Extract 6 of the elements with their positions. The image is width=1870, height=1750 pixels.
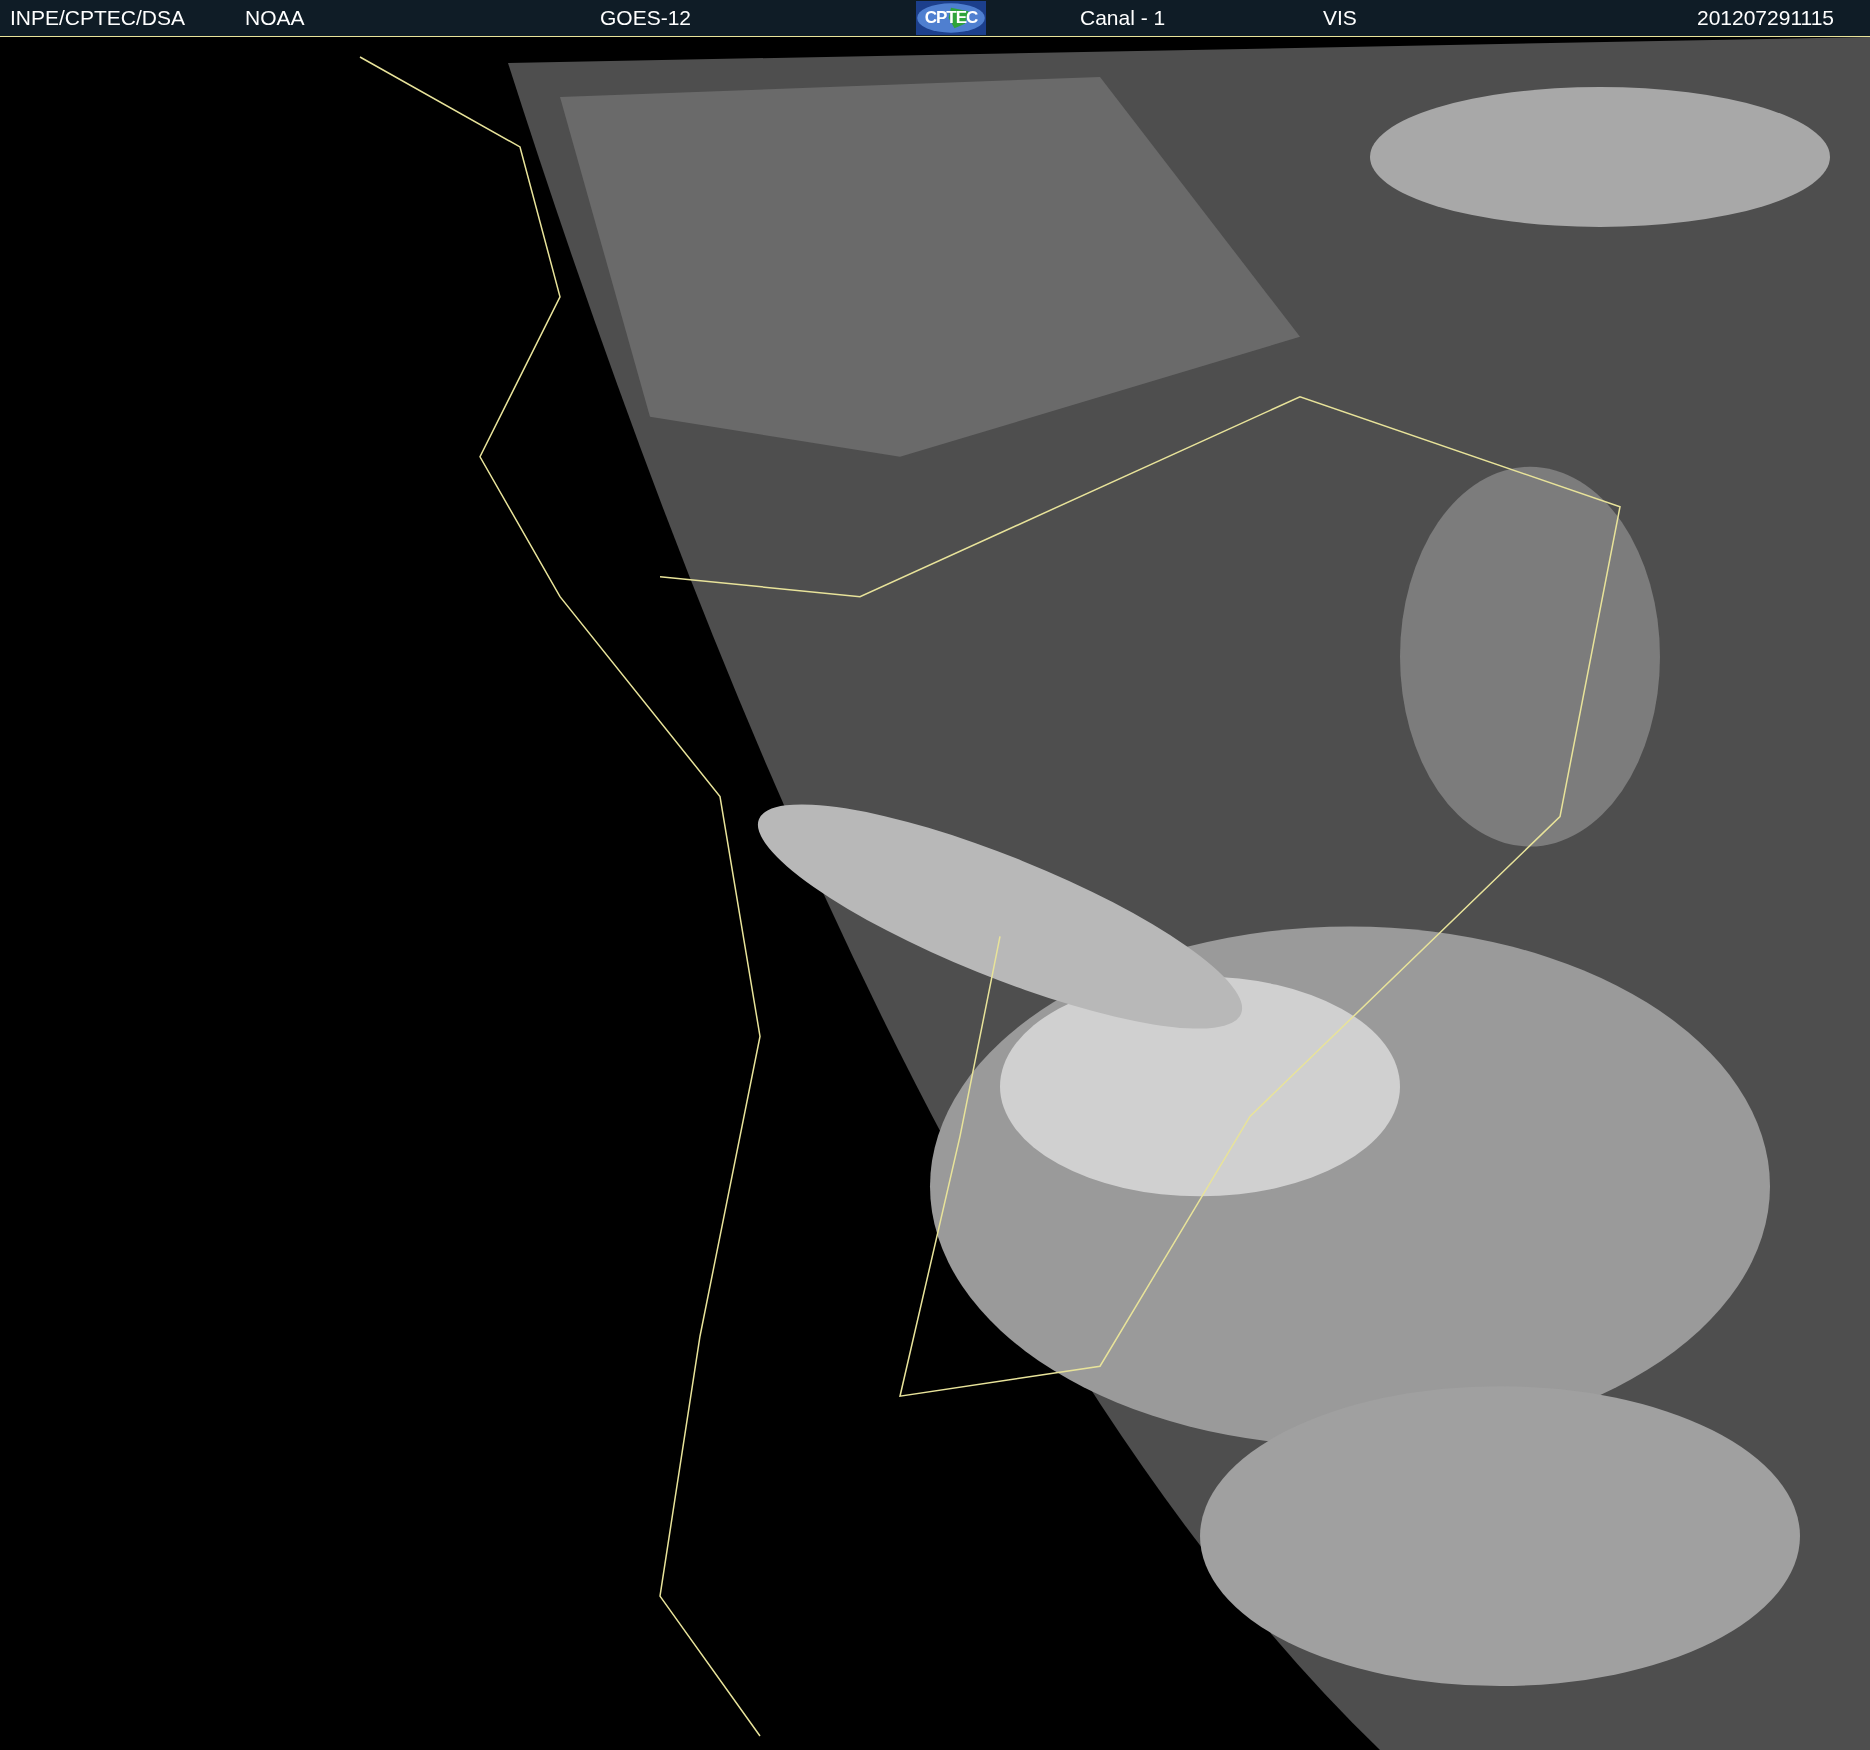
header-label: NOAA [245,6,305,30]
header-label: VIS [1323,6,1357,30]
header-label: GOES-12 [600,6,692,30]
header-label: 201207291115 [1696,6,1834,30]
header-label: Canal - 1 [1080,6,1166,30]
header-label: INPE/CPTEC/DSA [10,6,186,30]
